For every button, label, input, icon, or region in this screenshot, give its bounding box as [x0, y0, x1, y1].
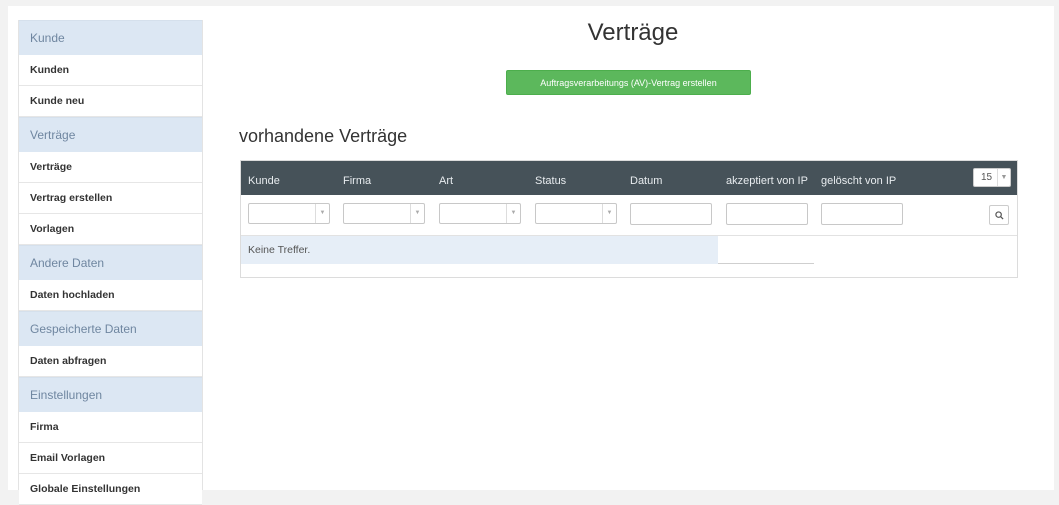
column-header-art[interactable]: Art [439, 161, 453, 195]
search-button[interactable] [989, 205, 1009, 225]
sidebar-item-kunden[interactable]: Kunden [19, 55, 202, 86]
chevron-down-icon: ▼ [997, 169, 1010, 186]
table-row-divider [718, 236, 814, 264]
sidebar-item-email-vorlagen[interactable]: Email Vorlagen [19, 443, 202, 474]
sidebar-item-daten-abfragen[interactable]: Daten abfragen [19, 346, 202, 377]
filter-geloescht-ip-input[interactable] [821, 203, 903, 225]
sidebar: Kunde Kunden Kunde neu Verträge Verträge… [18, 20, 203, 505]
page-size-value: 15 [981, 172, 993, 183]
sidebar-item-kunde-neu[interactable]: Kunde neu [19, 86, 202, 117]
page-title-text: Verträge [587, 19, 679, 46]
section-title: vorhandene Verträge [239, 126, 408, 146]
sidebar-heading-einstellungen: Einstellungen [19, 377, 202, 412]
column-header-status[interactable]: Status [535, 161, 566, 195]
empty-result-row: Keine Treffer. [241, 236, 718, 264]
sidebar-item-vorlagen[interactable]: Vorlagen [19, 214, 202, 245]
filter-status-select[interactable]: ▼ [535, 203, 617, 224]
filter-firma-select[interactable]: ▼ [343, 203, 425, 224]
sidebar-item-firma[interactable]: Firma [19, 412, 202, 443]
sidebar-item-vertrag-erstellen[interactable]: Vertrag erstellen [19, 183, 202, 214]
filter-art-select[interactable]: ▼ [439, 203, 521, 224]
filter-akzeptiert-ip-input[interactable] [726, 203, 808, 225]
page-size-select[interactable]: 15 ▼ [973, 168, 1011, 187]
sidebar-heading-andere-daten: Andere Daten [19, 245, 202, 280]
column-header-firma[interactable]: Firma [343, 161, 371, 195]
chevron-down-icon: ▼ [315, 204, 329, 223]
chevron-down-icon: ▼ [410, 204, 424, 223]
sidebar-heading-vertraege: Verträge [19, 117, 202, 152]
column-header-kunde[interactable]: Kunde [248, 161, 280, 195]
column-header-datum[interactable]: Datum [630, 161, 662, 195]
table-header: Kunde Firma Art Status Datum akzeptiert … [241, 161, 1017, 195]
chevron-down-icon: ▼ [506, 204, 520, 223]
page-title: Verträge [8, 19, 1059, 47]
column-header-geloescht-ip[interactable]: gelöscht von IP [821, 161, 896, 195]
page: Kunde Kunden Kunde neu Verträge Verträge… [8, 6, 1054, 505]
filter-row: ▼ ▼ ▼ ▼ [241, 195, 1017, 236]
filter-kunde-select[interactable]: ▼ [248, 203, 330, 224]
sidebar-item-daten-hochladen[interactable]: Daten hochladen [19, 280, 202, 311]
column-header-akzeptiert-ip[interactable]: akzeptiert von IP [726, 161, 808, 195]
contracts-table: Kunde Firma Art Status Datum akzeptiert … [240, 160, 1018, 278]
create-av-contract-button[interactable]: Auftragsverarbeitungs (AV)-Vertrag erste… [506, 70, 751, 95]
search-icon [995, 211, 1004, 220]
chevron-down-icon: ▼ [602, 204, 616, 223]
filter-datum-input[interactable] [630, 203, 712, 225]
sidebar-item-vertraege[interactable]: Verträge [19, 152, 202, 183]
sidebar-heading-gespeicherte-daten: Gespeicherte Daten [19, 311, 202, 346]
